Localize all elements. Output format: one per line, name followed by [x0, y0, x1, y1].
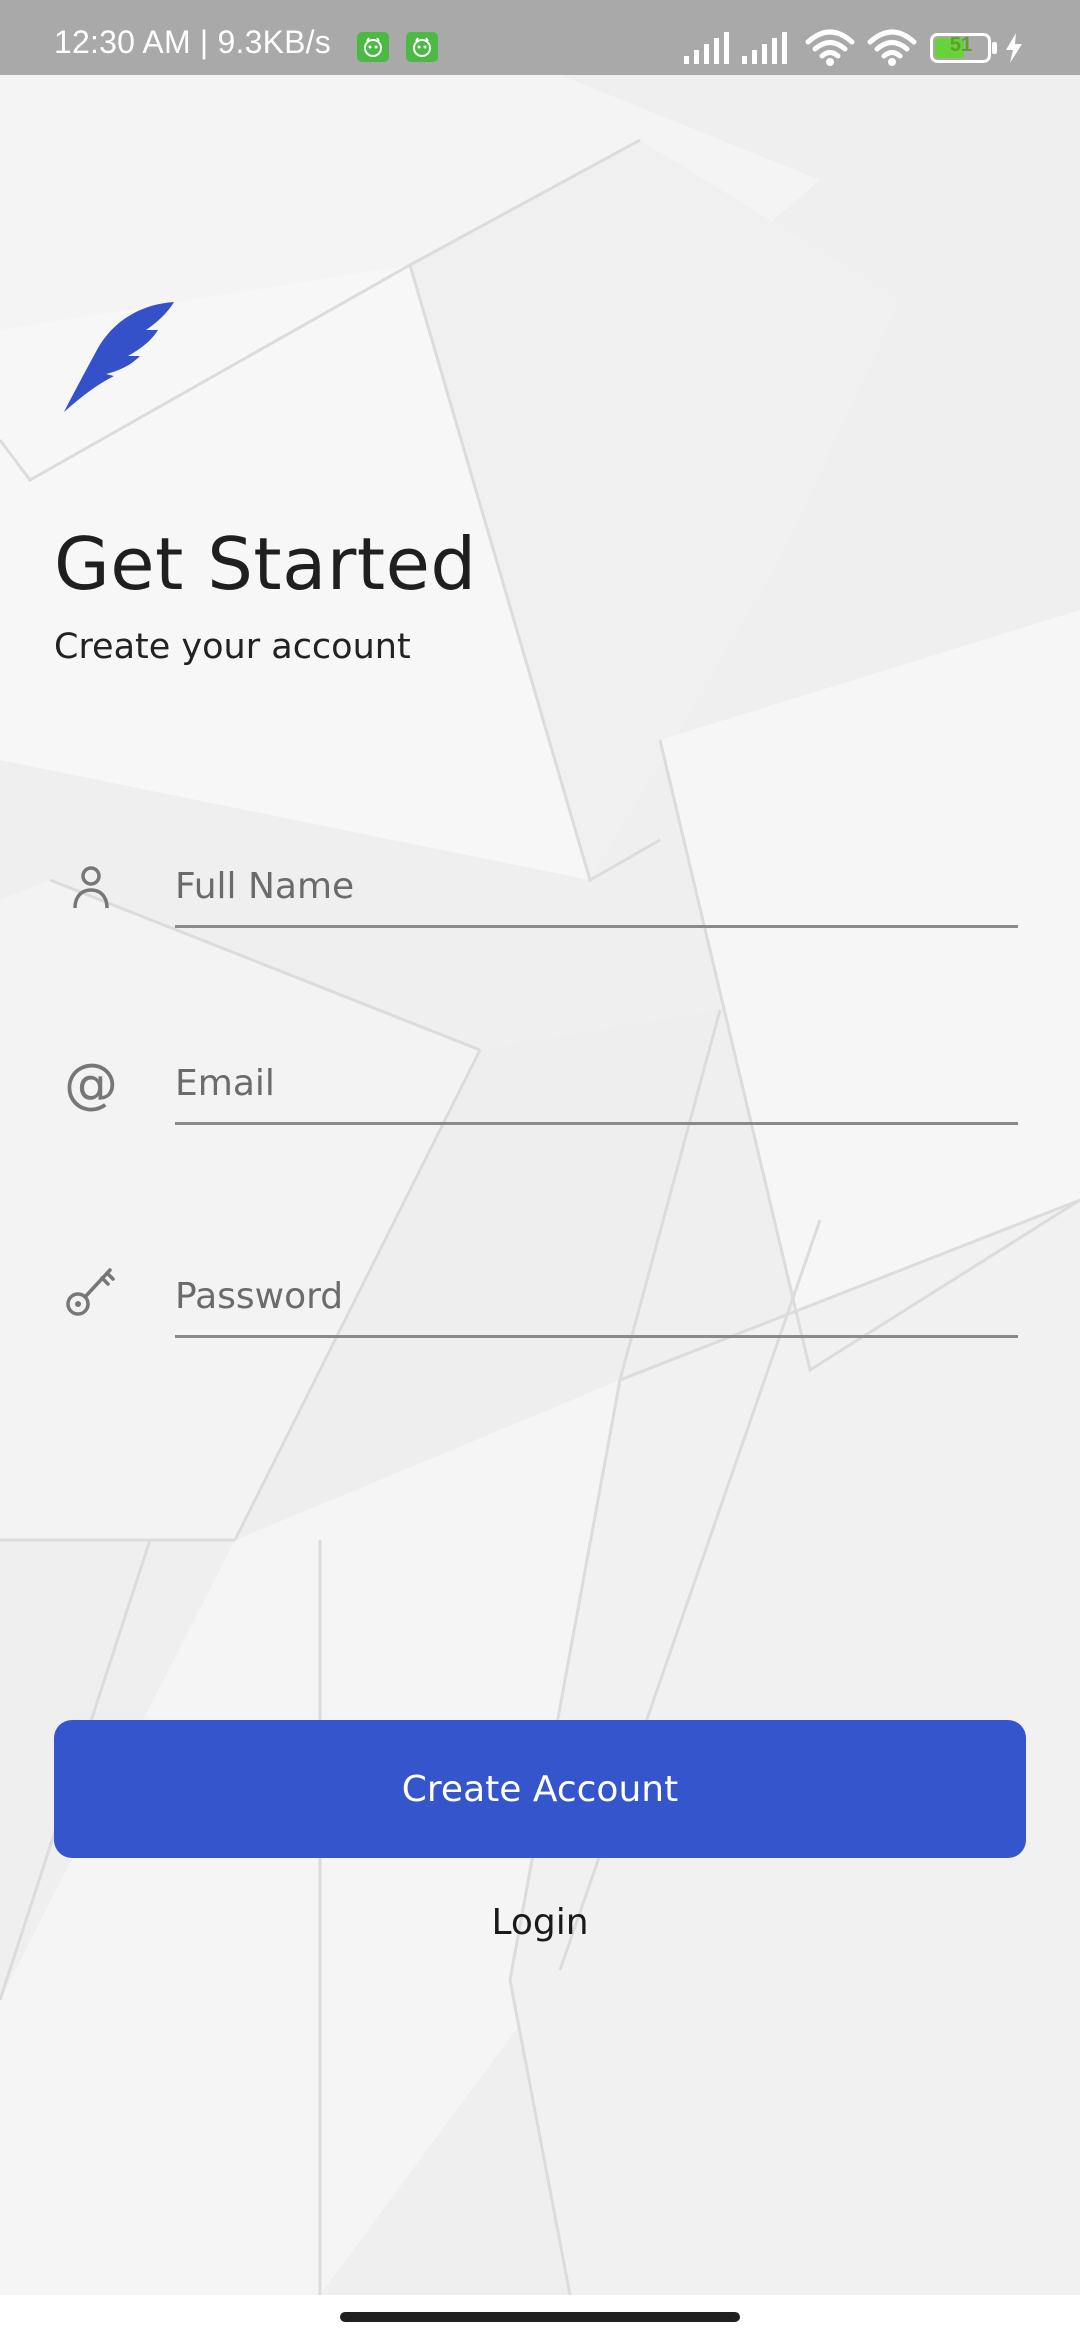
- full-name-field[interactable]: [175, 848, 1018, 928]
- wifi-icon: [867, 29, 917, 66]
- notification-app-icon: [406, 32, 438, 62]
- notification-app-icon: [357, 32, 389, 62]
- charging-icon: [1006, 33, 1022, 63]
- status-bar: 12:30 AM | 9.3KB/s 51: [0, 0, 1080, 75]
- key-icon: [66, 1268, 115, 1316]
- password-field[interactable]: [175, 1258, 1018, 1338]
- home-indicator[interactable]: [340, 2312, 740, 2322]
- status-time: 12:30 AM | 9.3KB/s: [54, 24, 331, 60]
- login-link[interactable]: Login: [390, 1905, 690, 1941]
- person-icon: [73, 866, 109, 909]
- at-sign-icon: @: [64, 1054, 118, 1115]
- page-subtitle: Create your account: [54, 627, 411, 667]
- feather-icon: [64, 302, 174, 412]
- wifi-icon: [805, 29, 855, 66]
- svg-text:@: @: [64, 1054, 118, 1115]
- battery-level: 51: [949, 34, 973, 56]
- signal-icon: [742, 32, 787, 64]
- create-account-button[interactable]: Create Account: [54, 1720, 1026, 1858]
- page-title: Get Started: [54, 522, 477, 606]
- email-field[interactable]: [175, 1045, 1018, 1125]
- signal-icon: [684, 32, 729, 64]
